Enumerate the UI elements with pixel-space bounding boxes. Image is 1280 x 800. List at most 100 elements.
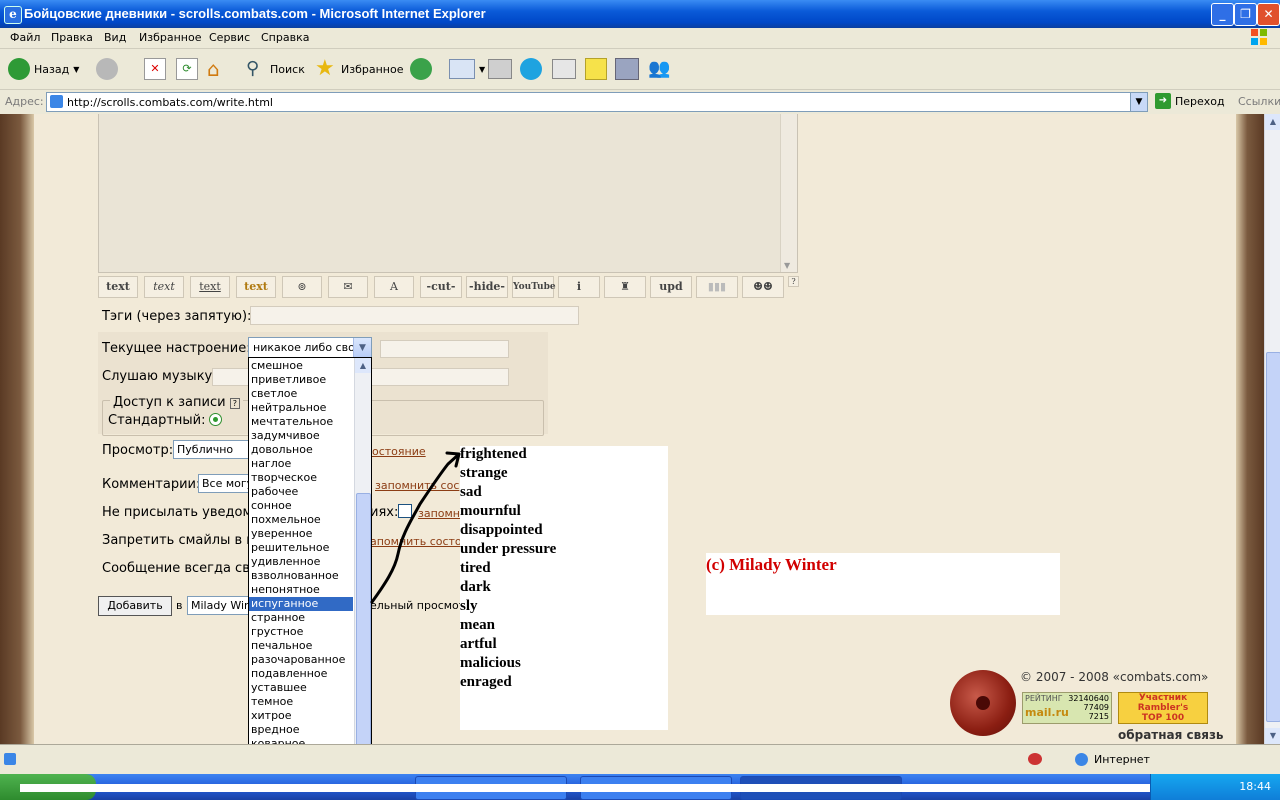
menu-view[interactable]: Вид	[104, 31, 126, 44]
go-button[interactable]: ➜ Переход	[1155, 93, 1225, 109]
upd-button[interactable]: upd	[650, 276, 692, 298]
hide-button[interactable]: -hide-	[466, 276, 508, 298]
mood-option[interactable]: вредное	[249, 723, 353, 737]
mood-option[interactable]: разочарованное	[249, 653, 353, 667]
scroll-down-icon[interactable]: ▼	[784, 261, 790, 270]
view-select[interactable]: Публично	[173, 440, 253, 459]
scrollbar-thumb[interactable]	[356, 493, 371, 744]
target-select[interactable]: Milady Winte	[187, 596, 252, 615]
email-button[interactable]: ✉	[328, 276, 368, 298]
image-button[interactable]: A	[374, 276, 414, 298]
mood-option[interactable]: рабочее	[249, 485, 353, 499]
menu-tools[interactable]: Сервис	[209, 31, 250, 44]
scrollbar-thumb[interactable]	[1266, 352, 1280, 722]
links-button[interactable]: Ссылки	[1238, 95, 1280, 108]
history-button[interactable]	[410, 55, 432, 83]
messenger-button[interactable]: 👥	[648, 55, 672, 83]
browser-scrollbar[interactable]: ▲ ▼	[1264, 114, 1280, 744]
close-button[interactable]: ✕	[1257, 3, 1280, 26]
textarea-scrollbar[interactable]: ▼	[780, 114, 797, 272]
underline-button[interactable]: text	[190, 276, 230, 298]
mood-option[interactable]: уверенное	[249, 527, 353, 541]
smiles-remember-link[interactable]: апомнить состо	[370, 535, 462, 548]
mood-select[interactable]: никакое либо свое ▼	[248, 337, 372, 359]
access-help-icon[interactable]: ?	[229, 398, 240, 409]
mood-option[interactable]: похмельное	[249, 513, 353, 527]
info-button[interactable]: i	[558, 276, 600, 298]
mood-option[interactable]: непонятное	[249, 583, 353, 597]
menu-edit[interactable]: Правка	[51, 31, 93, 44]
print-button[interactable]	[488, 55, 512, 83]
mood-option[interactable]: странное	[249, 611, 353, 625]
mood-option[interactable]: коварное	[249, 737, 353, 744]
smiles-button[interactable]: ☻☻	[742, 276, 784, 298]
mood-option[interactable]: хитрое	[249, 709, 353, 723]
dropdown-arrow-icon[interactable]: ▼	[479, 65, 485, 74]
feedback-link[interactable]: обратная связь	[1118, 728, 1224, 742]
mood-option[interactable]: сонное	[249, 499, 353, 513]
color-button[interactable]: text	[236, 276, 276, 298]
dropdown-arrow-icon[interactable]: ▼	[73, 65, 79, 74]
notes-button[interactable]	[585, 55, 607, 83]
refresh-button[interactable]: ⟳	[176, 55, 198, 83]
favorites-button[interactable]: ★ Избранное	[315, 55, 403, 83]
access-standard-radio[interactable]	[209, 413, 222, 426]
mood-option[interactable]: испуганное	[249, 597, 353, 611]
mood-option[interactable]: удивленное	[249, 555, 353, 569]
help-button[interactable]: ?	[788, 276, 799, 287]
mood-option[interactable]: творческое	[249, 471, 353, 485]
mood-option[interactable]: наглое	[249, 457, 353, 471]
mood-option[interactable]: печальное	[249, 639, 353, 653]
discuss-button[interactable]	[552, 55, 576, 83]
message-textarea[interactable]: ▼	[98, 114, 798, 273]
comments-select[interactable]: Все могу	[198, 474, 253, 493]
skype-button[interactable]	[520, 55, 542, 83]
comments-remember-link[interactable]: запомнить сос	[375, 479, 459, 492]
tags-input[interactable]	[250, 306, 579, 325]
cut-button[interactable]: -cut-	[420, 276, 462, 298]
menu-favorites[interactable]: Избранное	[139, 31, 201, 44]
castle-button[interactable]: ♜	[604, 276, 646, 298]
scroll-up-icon[interactable]: ▲	[1265, 114, 1280, 130]
scroll-up-icon[interactable]: ▲	[355, 358, 371, 373]
maximize-button[interactable]: ❐	[1234, 3, 1257, 26]
chart-button[interactable]: ▮▮▮	[696, 276, 738, 298]
menu-help[interactable]: Справка	[261, 31, 309, 44]
mood-option[interactable]: уставшее	[249, 681, 353, 695]
mood-option[interactable]: подавленное	[249, 667, 353, 681]
mood-option[interactable]: темное	[249, 695, 353, 709]
back-button[interactable]: Назад ▼	[8, 55, 79, 83]
mailru-counter[interactable]: РЕЙТИНГ 32140640 77409 7215 mail.ru	[1022, 692, 1112, 724]
mood-option[interactable]: нейтральное	[249, 401, 353, 415]
dropdown-scrollbar[interactable]: ▲ ▼	[354, 358, 371, 744]
mood-option[interactable]: мечтательное	[249, 415, 353, 429]
mood-option[interactable]: довольное	[249, 443, 353, 457]
preview-link[interactable]: ельный просмот	[370, 599, 465, 612]
mood-option[interactable]: задумчивое	[249, 429, 353, 443]
address-dropdown-icon[interactable]: ▼	[1130, 93, 1147, 111]
popup-blocker-icon[interactable]	[1028, 753, 1042, 765]
address-input[interactable]: http://scrolls.combats.com/write.html ▼	[46, 92, 1148, 112]
search-button[interactable]: ⚲ Поиск	[246, 55, 305, 83]
youtube-button[interactable]: YouTube	[512, 276, 556, 298]
view-remember-link[interactable]: остояние	[372, 445, 426, 458]
mood-option[interactable]: взволнованное	[249, 569, 353, 583]
research-button[interactable]	[615, 55, 639, 83]
rambler-top100-badge[interactable]: Участник Rambler's TOP 100	[1118, 692, 1208, 724]
notify-remember-link[interactable]: запомн	[418, 507, 460, 520]
bold-button[interactable]: text	[98, 276, 138, 298]
mood-option[interactable]: приветливое	[249, 373, 353, 387]
menu-file[interactable]: Файл	[10, 31, 40, 44]
mail-button[interactable]: ▼	[449, 55, 485, 83]
home-button[interactable]: ⌂	[207, 55, 229, 83]
mood-option[interactable]: светлое	[249, 387, 353, 401]
mood-custom-input[interactable]	[380, 340, 509, 358]
mood-option[interactable]: решительное	[249, 541, 353, 555]
link-button[interactable]: ⊚	[282, 276, 322, 298]
scroll-down-icon[interactable]: ▼	[1265, 728, 1280, 744]
chevron-down-icon[interactable]: ▼	[353, 338, 371, 358]
notify-checkbox[interactable]	[398, 504, 412, 518]
italic-button[interactable]: text	[144, 276, 184, 298]
mood-option[interactable]: смешное	[249, 359, 353, 373]
minimize-button[interactable]: _	[1211, 3, 1234, 26]
